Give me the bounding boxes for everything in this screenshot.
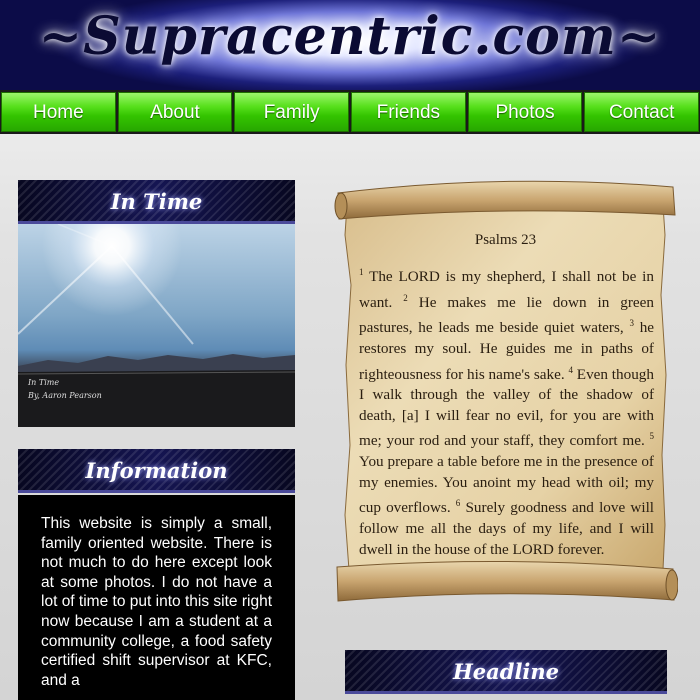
in-time-photo[interactable]: In Time By, Aaron Pearson xyxy=(18,224,295,427)
nav-about[interactable]: About xyxy=(117,92,233,132)
information-heading: Information xyxy=(18,449,295,493)
in-time-heading: In Time xyxy=(18,180,295,224)
psalm-text: 1 The LORD is my shepherd, I shall not b… xyxy=(359,262,654,560)
site-banner: ~Supracentric.com~ xyxy=(0,0,700,90)
verse-number: 2 xyxy=(403,292,408,303)
verse-number: 4 xyxy=(568,364,573,375)
nav-photos[interactable]: Photos xyxy=(467,92,583,132)
main-nav: Home About Family Friends Photos Contact xyxy=(0,90,700,134)
psalm-title: Psalms 23 xyxy=(474,232,537,248)
verse-number: 6 xyxy=(455,498,461,509)
nav-friends[interactable]: Friends xyxy=(351,92,466,132)
headline-heading: Headline xyxy=(345,650,667,694)
photo-caption: In Time By, Aaron Pearson xyxy=(28,378,102,400)
site-title: ~Supracentric.com~ xyxy=(38,6,662,67)
information-text: This website is simply a small, family o… xyxy=(18,495,295,700)
nav-home[interactable]: Home xyxy=(1,92,116,132)
psalm-scroll: Psalms 23 1 The LORD is my shepherd, I s… xyxy=(333,175,678,605)
nav-contact[interactable]: Contact xyxy=(584,92,700,132)
verse-number: 5 xyxy=(649,431,655,442)
nav-family[interactable]: Family xyxy=(234,92,350,132)
verse-number: 3 xyxy=(629,318,634,329)
verse-number: 1 xyxy=(359,267,364,277)
